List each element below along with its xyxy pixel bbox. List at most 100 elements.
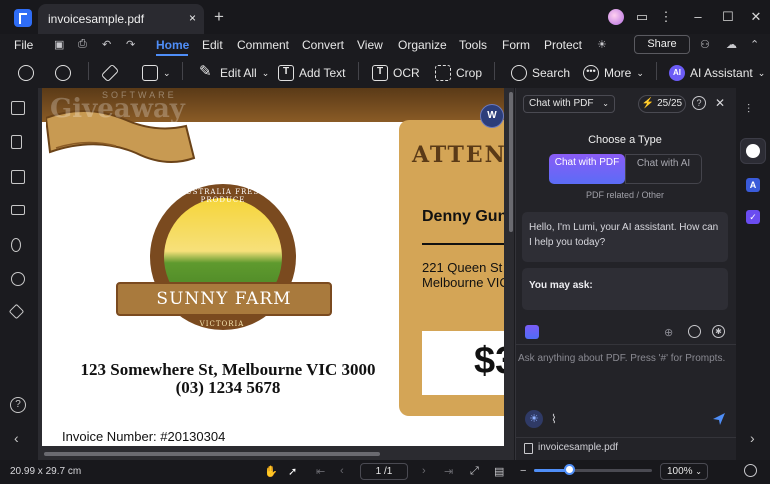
rectangle-icon [142,65,158,81]
menu-convert[interactable]: Convert [302,38,344,52]
expand-icon[interactable]: ⌃ [750,38,759,51]
fit-page-icon[interactable]: ⤢ [470,465,479,478]
first-page-icon[interactable]: ⇤ [316,465,325,478]
toolbar: ⌄ ✎ Edit All ⌄ T Add Text T OCR Crop Search … [0,57,770,87]
redo-icon[interactable]: ↷ [126,38,135,51]
vertical-scrollbar[interactable] [509,92,513,232]
hand-tool-icon[interactable]: ✋ [264,465,278,478]
last-page-icon[interactable]: ⇥ [444,465,453,478]
ai-assistant-rail-button[interactable] [740,138,766,164]
maximize-button[interactable]: ☐ [716,6,740,28]
horizontal-scrollbar[interactable] [44,452,380,456]
undo-icon[interactable]: ↶ [102,38,111,51]
edit-all-button[interactable]: ✎ Edit All ⌄ [199,63,269,83]
thumbnails-icon[interactable] [11,101,25,115]
ai-assistant-button[interactable]: AI AI Assistant ⌄ [669,63,765,83]
chat-with-ai-option[interactable]: Chat with AI [625,154,702,184]
print-icon[interactable]: ⎙ [78,38,87,51]
layers-list-icon[interactable] [11,205,25,215]
cloud-upload-icon[interactable]: ☁ [726,38,737,51]
save-icon[interactable]: ▣ [54,38,64,51]
menu-home[interactable]: Home [156,38,189,52]
settings-gear-icon[interactable]: ✱ [712,325,725,338]
page-size: 20.99 x 29.7 cm [10,466,82,477]
history-icon[interactable] [688,325,701,338]
layers-icon[interactable] [8,303,25,320]
shape-button[interactable]: ⌄ [142,63,171,83]
amount-due: $3 [474,340,504,382]
menu-view[interactable]: View [357,38,383,52]
credits-badge[interactable]: ⚡ 25/25 [638,95,686,113]
ai-assistant-label: AI Assistant [690,66,753,80]
proofread-icon[interactable]: ✓ [746,210,760,224]
user-avatar[interactable] [608,9,624,25]
logo-arc-text: AUSTRALIA FRESH PRODUCE [179,188,267,204]
comment-icon[interactable] [11,170,25,184]
send-icon[interactable] [712,412,726,426]
attention-title: ATTENTI [412,142,504,168]
ai-badge-icon: AI [669,65,685,81]
search-button[interactable]: Search [511,63,570,83]
share-button[interactable]: Share [634,35,690,54]
ocr-button[interactable]: T OCR [372,63,420,83]
document-tab[interactable]: invoicesample.pdf × [38,4,204,34]
zoom-out-button[interactable] [18,63,34,83]
new-chat-icon[interactable]: ⊕ [664,326,673,339]
menu-comment[interactable]: Comment [237,38,289,52]
next-page-icon[interactable]: › [422,465,426,477]
more-dots-icon: ••• [583,65,599,81]
feedback-icon[interactable]: ▭ [630,6,654,28]
zoom-in-button[interactable] [55,63,71,83]
tips-bulb-icon[interactable]: ☀ [597,38,607,51]
logo-name-banner: SUNNY FARM [116,282,332,316]
menu-file[interactable]: File [14,38,33,52]
translate-icon[interactable]: A [746,178,760,192]
attach-file-icon[interactable]: ⌇ [551,412,557,426]
menu-form[interactable]: Form [502,38,530,52]
select-tool-icon[interactable]: ➚ [288,465,297,478]
chat-mode-select[interactable]: Chat with PDF ⌄ [523,95,615,113]
new-tab-button[interactable]: + [214,7,224,27]
connect-icon[interactable]: ⚇ [700,38,710,51]
prev-page-icon[interactable]: ‹ [340,465,344,477]
help-circle-icon[interactable]: ? [692,96,706,110]
page-layout-icon[interactable]: ▤ [494,465,504,478]
close-window-button[interactable]: ✕ [744,6,768,28]
page-number-field[interactable]: 1 /1 [360,463,408,480]
collapse-left-icon[interactable]: ‹ [14,430,19,446]
attached-file[interactable]: invoicesample.pdf [516,437,736,459]
attachment-icon[interactable] [11,238,21,252]
more-button[interactable]: ••• More ⌄ [583,63,644,83]
recipient-divider [422,243,504,245]
add-text-button[interactable]: T Add Text [278,63,345,83]
properties-sliders-icon[interactable]: ⫶ [747,102,750,117]
search-panel-icon[interactable] [11,272,25,286]
company-address: 123 Somewhere St, Melbourne VIC 3000 [80,360,376,379]
ocr-icon: T [372,65,388,81]
close-tab-icon[interactable]: × [189,11,196,25]
menu-organize[interactable]: Organize [398,38,447,52]
prompt-library-icon[interactable] [525,325,539,339]
minimize-button[interactable]: – [686,6,710,28]
collapse-right-icon[interactable]: › [750,430,755,446]
help-icon[interactable]: ? [10,397,26,413]
close-panel-icon[interactable]: ✕ [715,96,725,110]
crop-button[interactable]: Crop [435,63,482,83]
bolt-icon: ⚡ [641,98,655,109]
highlight-button[interactable] [100,63,120,83]
emoji-feedback-icon[interactable] [744,464,757,477]
pdf-page[interactable]: Giveaway SOFTWARE AUSTRALIA FRESH PRODUC… [42,88,504,446]
menu-edit[interactable]: Edit [202,38,223,52]
bookmark-icon[interactable] [11,135,22,149]
menu-tools[interactable]: Tools [459,38,487,52]
menu-protect[interactable]: Protect [544,38,582,52]
prompt-tips-icon[interactable]: ☀ [525,410,543,428]
recipient-name: Denny Gun [422,208,504,225]
zoom-minus-icon[interactable]: − [520,465,526,477]
zoom-level-select[interactable]: 100% ⌄ [660,463,708,480]
more-vertical-icon[interactable]: ⋮ [654,6,678,28]
convert-to-word-icon[interactable]: W [480,104,504,128]
type-caption: PDF related / Other [585,190,665,200]
chat-with-pdf-option[interactable]: Chat with PDF [549,154,625,184]
prompt-input[interactable] [518,349,730,367]
